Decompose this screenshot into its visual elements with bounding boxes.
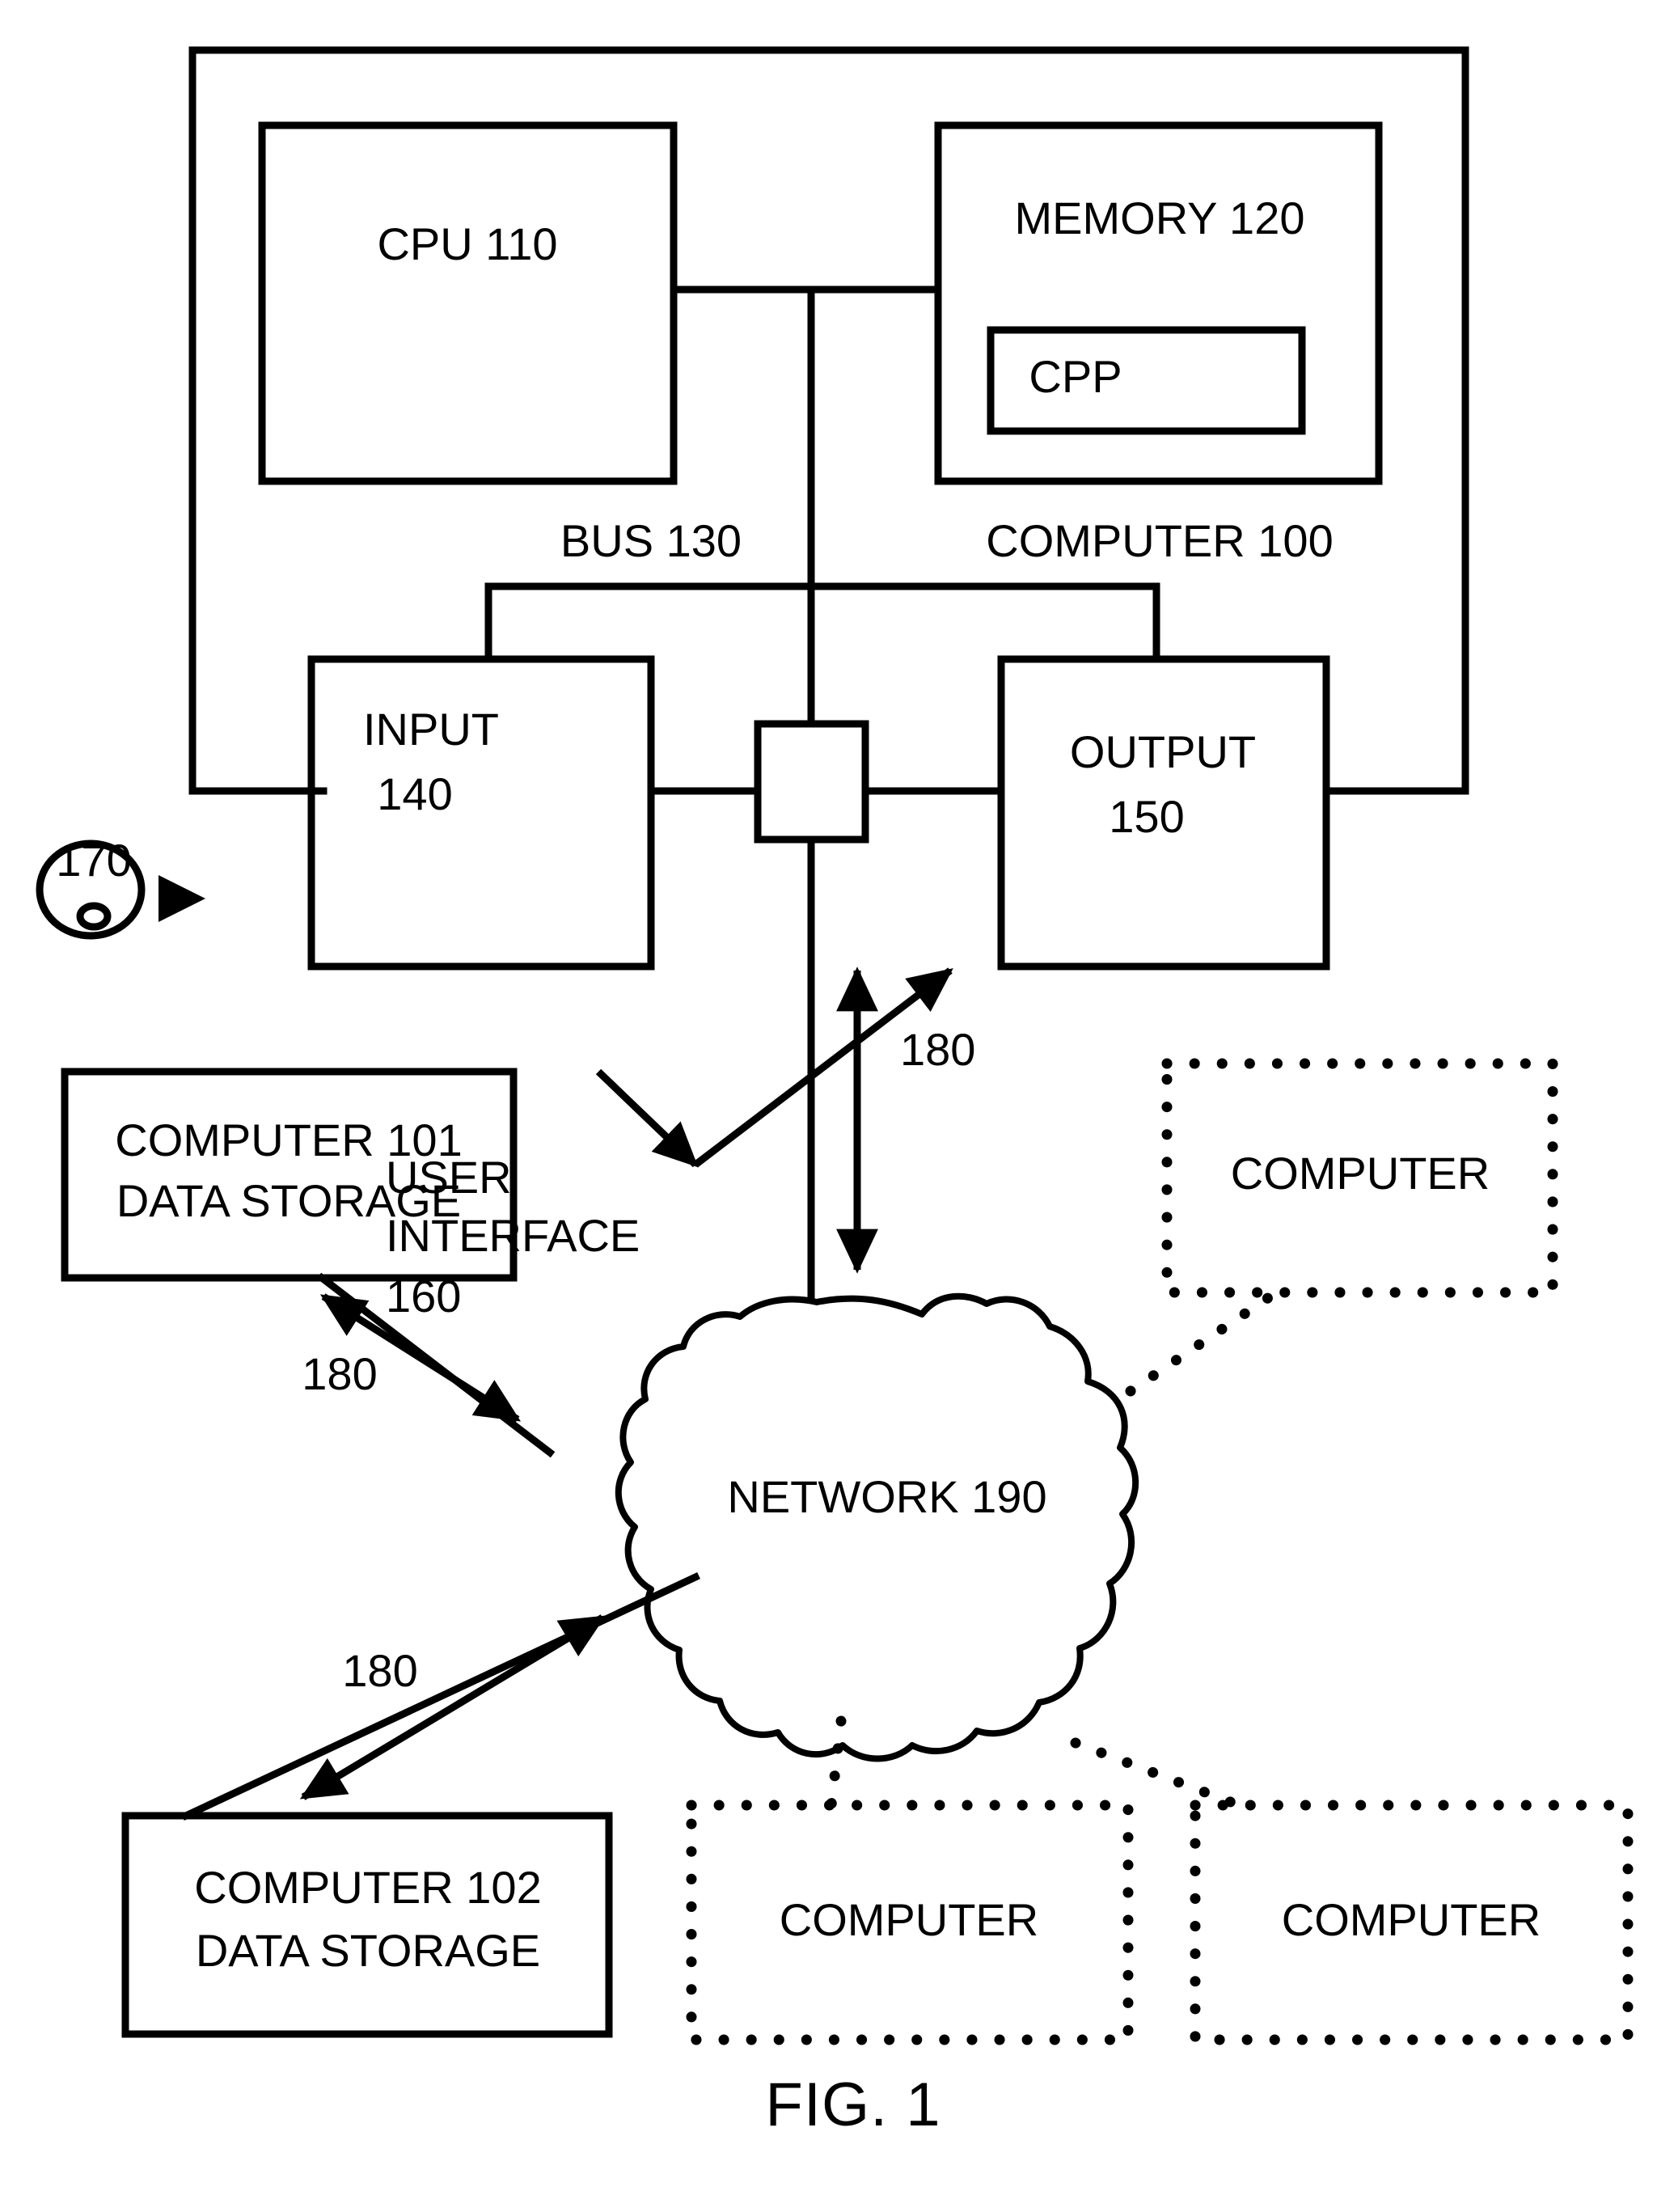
network-label: NETWORK 190 [727,1471,1046,1522]
user-to-input-arrow-icon [159,875,205,922]
computer-102-label-line2: DATA STORAGE [196,1925,540,1976]
user-interface-leader-left [595,1068,699,1168]
computer-102-label-line1: COMPUTER 102 [194,1862,541,1913]
computer-101-label-line1: COMPUTER 101 [115,1114,462,1165]
link-180-center-label: 180 [900,1024,975,1075]
link-180-lower-left-label: 180 [342,1645,417,1696]
link-180-upper-left-label: 180 [302,1348,377,1399]
bus-label: BUS 130 [560,515,742,566]
figure-canvas: CPU 110 MEMORY 120 CPP BUS 130 COMPUTER … [36,46,1634,2139]
computer-bottom-right-leader [1070,1737,1245,1811]
computer-101-label-line2: DATA STORAGE [116,1175,461,1226]
input-label-line2: 140 [377,768,452,819]
output-label-line2: 150 [1109,791,1184,842]
cpp-label: CPP [1029,351,1122,402]
user-170-mouth-icon [76,902,112,931]
figure-caption: FIG. 1 [765,2070,941,2139]
computer-bottom-middle-label: COMPUTER [780,1894,1038,1945]
computer-right-top-label: COMPUTER [1231,1148,1490,1199]
input-label-line1: INPUT [363,704,499,755]
memory-label: MEMORY 120 [1015,192,1305,243]
network-cloud [615,1292,1139,1762]
bus-rail [484,582,1160,663]
output-label-line1: OUTPUT [1070,726,1256,777]
interface-port-block [754,720,869,844]
computer-100-boundary [188,46,1469,795]
user-170-label: 170 [56,835,131,886]
computer-bottom-right-label: COMPUTER [1282,1894,1541,1945]
computer-102-to-cloud-line [181,1572,700,1821]
cpu-label: CPU 110 [377,218,557,269]
patent-figure: CPU 110 MEMORY 120 CPP BUS 130 COMPUTER … [0,0,1657,2212]
computer-right-top-leader [1125,1287,1282,1397]
cpu-block [258,121,678,485]
computer-100-label: COMPUTER 100 [986,515,1333,566]
